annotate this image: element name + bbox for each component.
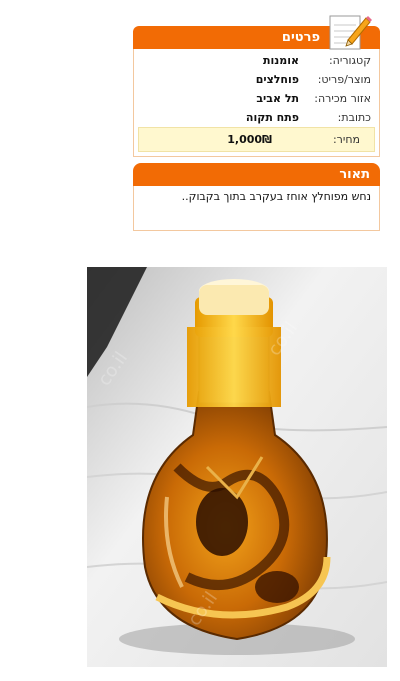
price-box: מחיר: 1,000₪ [138, 127, 375, 152]
area-label: אזור מכירה: [314, 92, 371, 105]
bottle-image: co.il co.il co.il [87, 267, 387, 667]
details-body: קטגוריה: אומנות מוצר/פריט: פוחלצים אזור … [133, 49, 380, 157]
product-label: מוצר/פריט: [317, 73, 371, 86]
description-body: נחש מפוחלץ אוחז בעקרב בתוך בקבוק.. [133, 186, 380, 231]
description-panel: תאור נחש מפוחלץ אוחז בעקרב בתוך בקבוק.. [133, 163, 380, 233]
description-text: נחש מפוחלץ אוחז בעקרב בתוך בקבוק.. [181, 190, 371, 203]
price-value: 1,000₪ [227, 128, 278, 151]
address-label: כתובת: [337, 111, 371, 124]
address-row: כתובת: פתח תקוה [142, 109, 371, 127]
category-label: קטגוריה: [328, 54, 371, 67]
category-value: אומנות [262, 54, 299, 67]
price-amount: 1,000 [227, 133, 263, 146]
details-title: פרטים [281, 30, 320, 45]
description-title: תאור [339, 167, 370, 182]
currency-symbol: ₪ [262, 133, 272, 146]
product-row: מוצר/פריט: פוחלצים [142, 71, 371, 89]
area-row: אזור מכירה: תל אביב [142, 90, 371, 108]
product-value: פוחלצים [255, 73, 299, 86]
price-label: מחיר: [332, 133, 360, 146]
area-value: תל אביב [256, 92, 299, 105]
category-row: קטגוריה: אומנות [142, 52, 371, 70]
notepad-pencil-icon [329, 15, 372, 50]
product-photo[interactable]: co.il co.il co.il [87, 267, 387, 667]
address-value: פתח תקוה [245, 111, 299, 124]
description-header: תאור [133, 163, 380, 186]
